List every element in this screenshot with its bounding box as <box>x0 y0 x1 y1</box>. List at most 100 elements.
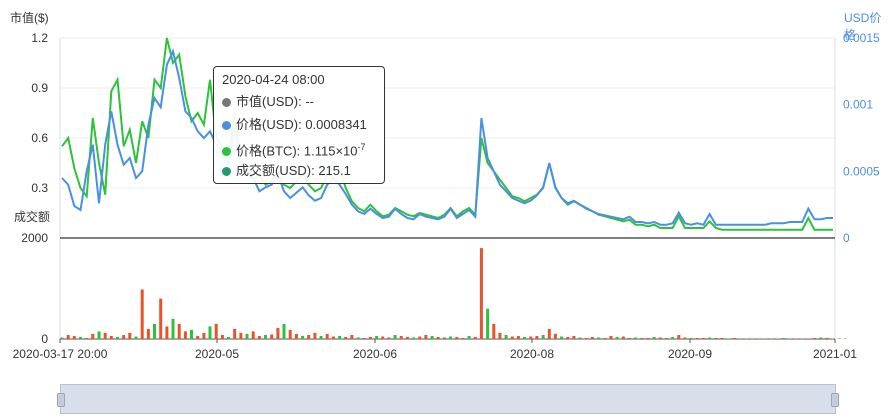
volume-bar <box>831 338 835 339</box>
volume-bar <box>800 338 804 339</box>
volume-bar <box>523 337 527 339</box>
volume-bar <box>442 337 446 339</box>
volume-bar <box>436 337 440 339</box>
volume-bar <box>615 337 619 339</box>
volume-bar <box>208 326 212 339</box>
volume-bar <box>227 337 230 339</box>
volume-bar <box>609 336 613 339</box>
volume-bar <box>652 337 656 339</box>
volume-bar <box>146 328 150 339</box>
volume-bar <box>214 323 218 339</box>
series-dot-icon <box>222 121 231 131</box>
series-dot-icon <box>222 147 231 157</box>
volume-bar <box>122 335 126 339</box>
volume-bar <box>109 336 113 339</box>
tooltip-row-market-cap: 市值(USD): -- <box>222 90 376 113</box>
volume-bar <box>677 335 681 339</box>
volume-bar <box>621 336 625 339</box>
volume-bar <box>202 332 206 339</box>
volume-bar <box>331 336 335 339</box>
volume-bar <box>720 338 724 339</box>
volume-bar <box>819 337 823 339</box>
left-tick-label: 0.6 <box>31 131 48 145</box>
volume-bars <box>60 248 847 339</box>
volume-bar <box>307 335 311 339</box>
tooltip-row-usd-price: 价格(USD): 0.0008341 <box>222 113 376 136</box>
chart-tooltip: 2020-04-24 08:00 市值(USD): -- 价格(USD): 0.… <box>213 66 385 184</box>
volume-bar <box>177 323 181 339</box>
volume-bar <box>547 328 551 339</box>
slider-left-handle[interactable] <box>57 393 65 407</box>
volume-bar <box>134 336 138 339</box>
volume-bar <box>763 338 767 339</box>
volume-bar <box>140 289 144 339</box>
volume-bar <box>350 335 354 339</box>
volume-bar <box>590 337 594 339</box>
volume-bar <box>572 336 576 339</box>
volume-bar <box>245 333 249 339</box>
volume-bar <box>362 338 366 339</box>
x-tick-label: 2020-09 <box>668 347 712 361</box>
x-tick-label: 2020-03-17 20:00 <box>13 347 108 361</box>
volume-bar <box>196 336 200 339</box>
volume-bar <box>368 337 372 339</box>
volume-bar <box>628 338 631 339</box>
volume-bar <box>79 337 82 339</box>
volume-bar <box>516 336 520 339</box>
series-dot-icon <box>222 167 231 177</box>
right-axis-title: USD价格 <box>844 11 882 42</box>
x-tick-label: 2021-01 <box>813 347 857 361</box>
volume-bar <box>183 331 187 339</box>
volume-bar <box>732 338 736 339</box>
volume-bar <box>504 335 508 339</box>
right-tick-label: 0.001 <box>843 98 873 112</box>
volume-bar <box>276 327 280 339</box>
volume-bar <box>634 337 638 339</box>
volume-bar <box>473 337 477 339</box>
volume-bar <box>683 337 687 339</box>
volume-bar <box>72 336 76 339</box>
volume-bar <box>220 335 224 339</box>
volume-bar <box>97 331 101 339</box>
volume-bar <box>479 248 483 339</box>
volume-bar <box>418 336 422 339</box>
volume-bar <box>405 337 409 339</box>
volume-bar <box>282 323 286 339</box>
volume-bar <box>702 338 705 339</box>
volume-bar <box>313 332 317 339</box>
chart-canvas: 1.20.90.60.30.00150.0010.00050200002020-… <box>13 31 880 361</box>
volume-bar <box>560 336 564 339</box>
time-range-slider[interactable] <box>57 384 839 414</box>
volume-bar <box>449 336 453 339</box>
volume-bar <box>510 336 514 339</box>
volume-bar <box>288 329 292 339</box>
volume-bar <box>239 332 243 339</box>
right-tick-label: 0 <box>843 231 850 245</box>
volume-bar <box>325 333 329 339</box>
right-tick-label: 0.0005 <box>843 164 880 178</box>
volume-bar <box>825 338 829 339</box>
volume-bar <box>788 338 792 339</box>
volume-bar <box>714 338 718 339</box>
volume-bar <box>461 338 465 339</box>
volume-bar <box>757 338 761 339</box>
volume-bar <box>319 336 323 339</box>
x-tick-label: 2020-05 <box>195 347 239 361</box>
volume-bar <box>726 338 730 339</box>
left-tick-label: 1.2 <box>31 31 48 45</box>
volume-bar <box>584 338 588 339</box>
x-tick-label: 2020-08 <box>510 347 554 361</box>
volume-bar <box>430 336 434 339</box>
volume-bar <box>153 323 156 339</box>
volume-bar <box>603 338 607 339</box>
volume-bar <box>393 335 397 339</box>
volume-axis-title: 成交额 <box>14 210 51 224</box>
volume-bar <box>116 337 119 339</box>
volume-bar <box>745 338 749 339</box>
volume-tick-label: 2000 <box>21 231 48 245</box>
volume-bar <box>492 323 496 339</box>
slider-right-handle[interactable] <box>831 393 839 407</box>
volume-bar <box>233 328 237 339</box>
volume-bar <box>597 337 601 339</box>
volume-bar <box>695 338 699 339</box>
